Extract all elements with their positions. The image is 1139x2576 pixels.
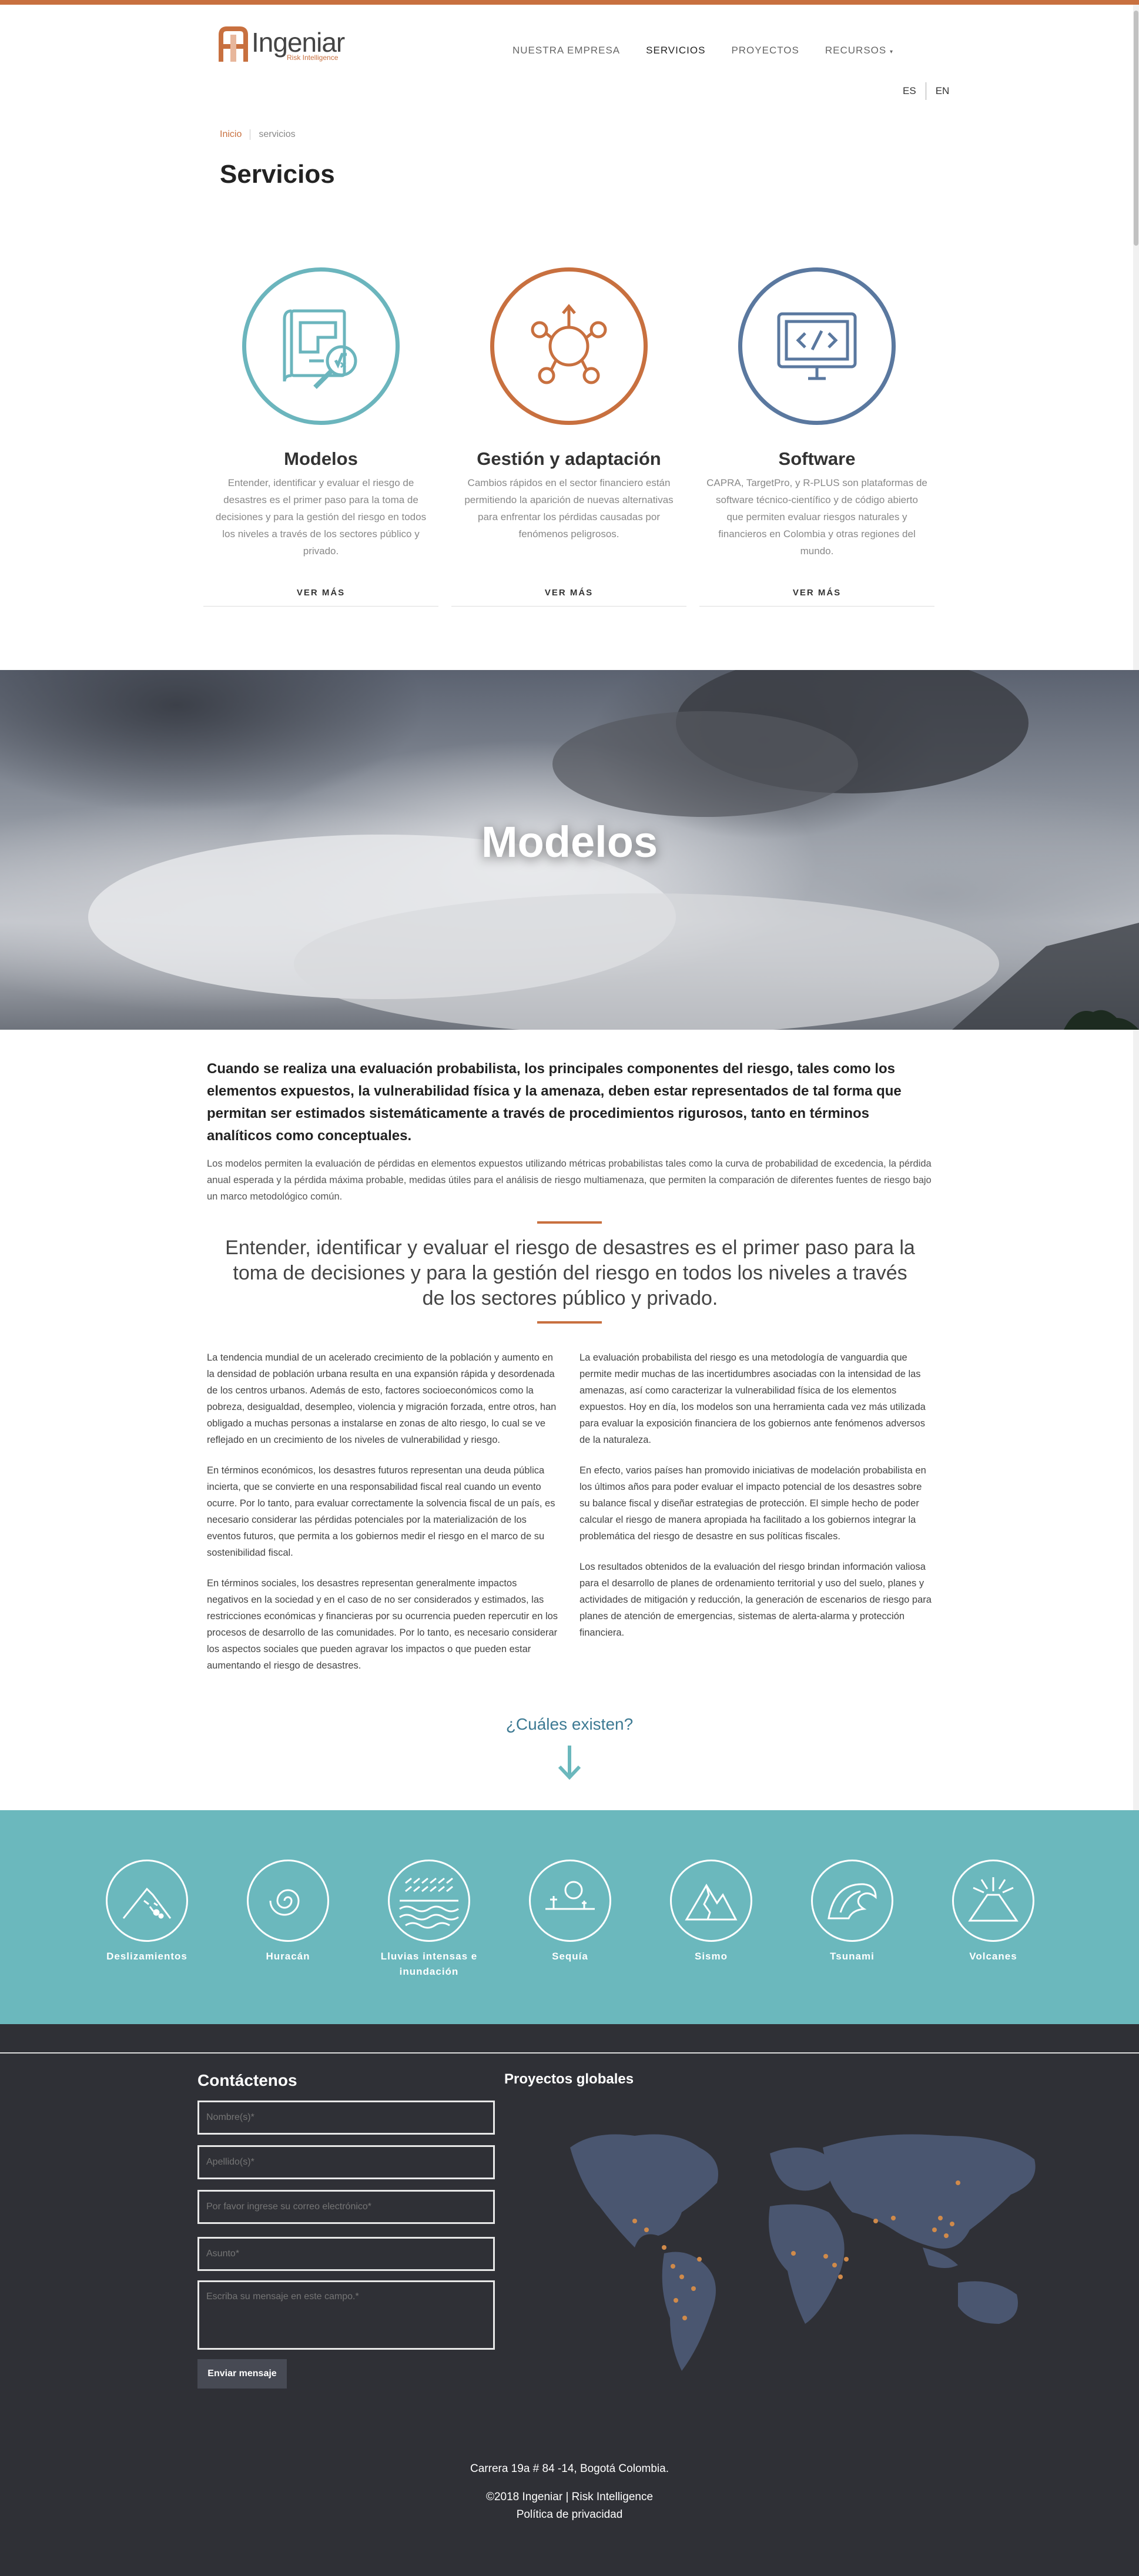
message-field[interactable] (197, 2280, 495, 2350)
breadcrumb-current: servicios (259, 129, 296, 139)
lead-paragraph: Cuando se realiza una evaluación probabi… (207, 1061, 902, 1144)
logo[interactable]: Ingeniar Risk Intelligence (219, 24, 354, 67)
top-accent-bar (0, 0, 1139, 5)
hazard-label: Sequía (552, 1951, 588, 1962)
logo-mark-icon (219, 26, 248, 64)
hero-banner: Modelos (0, 670, 1139, 1030)
intro-paragraph: Los modelos permiten la evaluación de pé… (207, 1158, 932, 1202)
logo-name: Ingeniar (252, 27, 345, 58)
privacy-link[interactable]: Política de privacidad (0, 2508, 1139, 2521)
service-card-software: Software CAPRA, TargetPro, y R-PLUS son … (699, 267, 934, 607)
send-message-button[interactable]: Enviar mensaje (197, 2359, 287, 2389)
paragraph: La evaluación probabilista del riesgo es… (579, 1352, 926, 1445)
hazard-label: Sismo (694, 1951, 728, 1962)
nav-servicios[interactable]: SERVICIOS (646, 45, 705, 56)
service-card-gestion: Gestión y adaptación Cambios rápidos en … (451, 267, 686, 607)
service-text: Cambios rápidos en el sector financiero … (464, 477, 674, 540)
paragraph: En términos económicos, los desastres fu… (207, 1465, 555, 1558)
arrow-down-icon[interactable] (557, 1744, 582, 1783)
footer-copyright: ©2018 Ingeniar | Risk Intelligence (485, 2491, 654, 2503)
footer: Contáctenos Proyectos globales Enviar me… (0, 2024, 1139, 2576)
hazard-volcanes[interactable]: Volcanes (934, 1860, 1052, 1964)
hazard-sismo[interactable]: Sismo (652, 1860, 770, 1964)
hazard-deslizamientos[interactable]: Deslizamientos (88, 1860, 206, 1964)
pull-quote: Entender, identificar y evaluar el riesg… (225, 1237, 915, 1309)
footer-divider (0, 2052, 1139, 2054)
scrollbar-thumb[interactable] (1134, 11, 1138, 246)
hurricane-icon (247, 1860, 329, 1942)
drought-icon (529, 1860, 611, 1942)
hazard-label: Tsunami (830, 1951, 875, 1962)
exist-question: ¿Cuáles existen? (505, 1715, 634, 1733)
divider (537, 1221, 602, 1224)
divider (537, 1321, 602, 1324)
hazard-label: Huracán (266, 1951, 310, 1962)
network-icon[interactable] (490, 267, 648, 425)
ver-mas-button[interactable]: VER MÁS (699, 588, 934, 607)
logo-subtitle: Risk Intelligence (287, 53, 339, 62)
service-title: Software (778, 448, 856, 469)
service-title: Modelos (284, 448, 358, 469)
hazard-lluvias[interactable]: Lluvias intensas e inundación (370, 1860, 488, 1979)
monitor-code-icon[interactable] (738, 267, 896, 425)
hero-title: Modelos (481, 818, 658, 866)
paragraph: En efecto, varios países han promovido i… (579, 1465, 926, 1542)
service-card-modelos: Modelos Entender, identificar y evaluar … (203, 267, 438, 607)
paragraph: La tendencia mundial de un acelerado cre… (207, 1352, 557, 1445)
lang-es[interactable]: ES (903, 85, 916, 97)
breadcrumb: Inicio servicios (220, 129, 296, 140)
lang-en[interactable]: EN (936, 85, 950, 97)
language-switcher: ES EN (903, 82, 949, 100)
main-nav: NUESTRA EMPRESA SERVICIOS PROYECTOS RECU… (512, 45, 893, 56)
footer-address: Carrera 19a # 84 -14, Bogotá Colombia. (470, 2463, 669, 2475)
contact-title: Contáctenos (197, 2071, 297, 2089)
nav-recursos-label: RECURSOS (825, 45, 887, 56)
ver-mas-button[interactable]: VER MÁS (451, 588, 686, 607)
nav-nuestra-empresa[interactable]: NUESTRA EMPRESA (512, 45, 620, 56)
tsunami-icon (811, 1860, 893, 1942)
hazard-sequia[interactable]: Sequía (511, 1860, 629, 1964)
hazard-label: Volcanes (969, 1951, 1017, 1962)
email-field[interactable] (197, 2190, 495, 2224)
service-text: CAPRA, TargetPro, y R-PLUS son plataform… (706, 477, 927, 557)
left-column: La tendencia mundial de un acelerado cre… (207, 1349, 560, 1688)
earthquake-icon (670, 1860, 752, 1942)
hazard-label: Deslizamientos (106, 1951, 187, 1962)
paragraph: Los resultados obtenidos de la evaluació… (579, 1562, 932, 1638)
paragraph: En términos sociales, los desastres repr… (207, 1578, 558, 1671)
nav-proyectos[interactable]: PROYECTOS (731, 45, 799, 56)
page-title: Servicios (220, 160, 335, 189)
nav-recursos[interactable]: RECURSOS ▾ (825, 45, 893, 56)
service-title: Gestión y adaptación (477, 448, 661, 469)
landslide-icon (106, 1860, 188, 1942)
volcano-icon (952, 1860, 1034, 1942)
blueprint-icon[interactable] (242, 267, 400, 425)
hazard-tsunami[interactable]: Tsunami (793, 1860, 911, 1964)
hazards-band: Deslizamientos Huracán Lluvias intensas … (0, 1810, 1139, 2024)
surname-field[interactable] (197, 2145, 495, 2179)
hazard-huracan[interactable]: Huracán (229, 1860, 347, 1964)
name-field[interactable] (197, 2101, 495, 2135)
subject-field[interactable] (197, 2237, 495, 2271)
world-map (547, 2112, 1052, 2386)
projects-title: Proyectos globales (504, 2071, 634, 2087)
service-text: Entender, identificar y evaluar el riesg… (215, 477, 427, 557)
hazard-label: Lluvias intensas e inundación (380, 1951, 478, 1977)
right-column: La evaluación probabilista del riesgo es… (579, 1349, 932, 1655)
breadcrumb-home[interactable]: Inicio (220, 129, 242, 140)
ver-mas-button[interactable]: VER MÁS (203, 588, 438, 607)
chevron-down-icon: ▾ (889, 49, 893, 55)
flood-icon (388, 1860, 470, 1942)
